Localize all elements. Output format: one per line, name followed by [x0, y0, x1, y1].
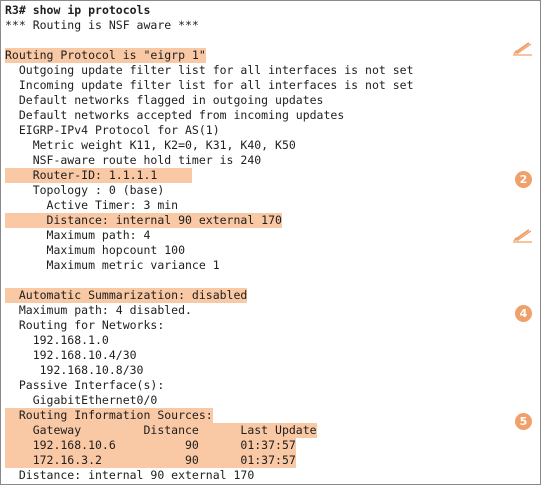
routing-networks-line: Routing for Networks:: [5, 318, 165, 332]
eigrp-as-line: EIGRP-IPv4 Protocol for AS(1): [5, 123, 220, 137]
max-path-disabled-line: Maximum path: 4 disabled.: [5, 303, 192, 317]
router-id-text: Router-ID: 1.1.1.1: [5, 168, 192, 183]
source-row-text: 172.16.3.2 90 01:37:57: [5, 453, 296, 468]
network-line: 192.168.10.4/30: [5, 348, 137, 362]
distance-final-line: Distance: internal 90 external 170: [5, 468, 255, 482]
source-row: 172.16.3.2 90 01:37:57: [5, 453, 296, 468]
pencil-icon: [513, 229, 532, 243]
source-row-text: 192.168.10.6 90 01:37:57: [5, 438, 296, 453]
passive-interface-item: GigabitEthernet0/0: [5, 393, 158, 407]
callout-badge: 4: [515, 305, 532, 322]
nsf-aware-line: *** Routing is NSF aware ***: [5, 18, 199, 32]
max-variance-line: Maximum metric variance 1: [5, 258, 220, 272]
routing-protocol-line: Routing Protocol is "eigrp 1": [5, 48, 206, 63]
outgoing-filter-line: Outgoing update filter list for all inte…: [5, 63, 414, 77]
prompt: R3#: [5, 3, 33, 17]
info-sources-text: Routing Information Sources:: [5, 408, 213, 423]
distance-internal-text: Distance: internal 90 external 170: [5, 213, 282, 228]
distance-internal-line: Distance: internal 90 external 170: [5, 213, 282, 228]
pencil-icon: [513, 42, 532, 56]
callout-badge: 2: [515, 171, 532, 188]
incoming-filter-line: Incoming update filter list for all inte…: [5, 78, 414, 92]
default-outgoing-line: Default networks flagged in outgoing upd…: [5, 93, 324, 107]
nsf-timer-line: NSF-aware route hold timer is 240: [5, 153, 262, 167]
topology-line: Topology : 0 (base): [5, 183, 165, 197]
active-timer-line: Active Timer: 3 min: [5, 198, 179, 212]
routing-protocol-text: Routing Protocol is "eigrp 1": [5, 48, 206, 63]
passive-interface-line: Passive Interface(s):: [5, 378, 165, 392]
source-row: 192.168.10.6 90 01:37:57: [5, 438, 296, 453]
auto-summary-text: Automatic Summarization: disabled: [5, 288, 248, 303]
max-hopcount-line: Maximum hopcount 100: [5, 243, 186, 257]
metric-weight-line: Metric weight K11, K2=0, K31, K40, K50: [5, 138, 296, 152]
default-incoming-line: Default networks accepted from incoming …: [5, 108, 345, 122]
router-id-line: Router-ID: 1.1.1.1: [5, 168, 192, 183]
sources-header-line: Gateway Distance Last Update: [5, 423, 317, 438]
info-sources-line: Routing Information Sources:: [5, 408, 213, 423]
network-line: 192.168.10.8/30: [5, 363, 144, 377]
max-path-line: Maximum path: 4: [5, 228, 151, 242]
sources-header-text: Gateway Distance Last Update: [5, 423, 317, 438]
command-line: R3# show ip protocols: [5, 3, 150, 18]
terminal-window: R3# show ip protocols *** Routing is NSF…: [0, 0, 541, 485]
auto-summary-line: Automatic Summarization: disabled: [5, 288, 248, 303]
command-text: show ip protocols: [32, 3, 151, 17]
network-line: 192.168.1.0: [5, 333, 109, 347]
callout-badge: 5: [515, 413, 532, 430]
